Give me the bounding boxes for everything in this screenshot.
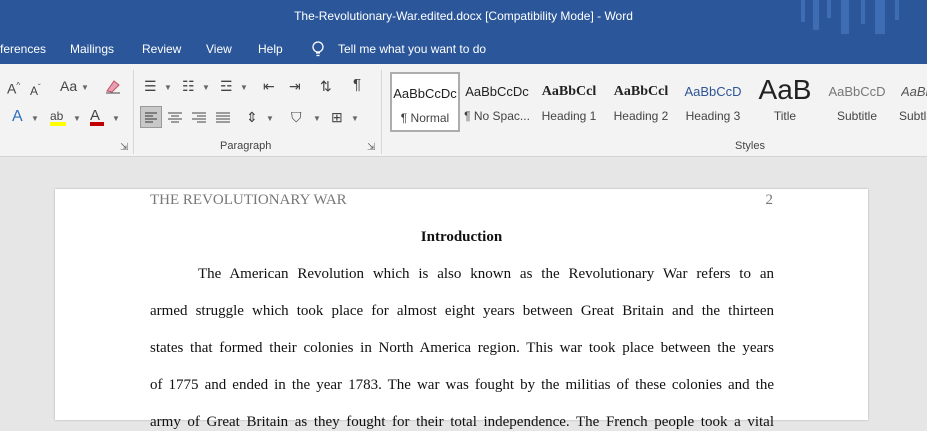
paragraph-line: The American Revolution which is also kn… [198, 266, 774, 282]
style-preview: AaBbCcl [541, 84, 597, 99]
multilevel-list-icon[interactable]: ☲ [220, 78, 233, 94]
group-separator [133, 70, 134, 154]
styles-group-label: Styles [735, 140, 765, 152]
paragraph-line: army of Great Britain as they fought for… [150, 414, 774, 430]
shading-icon[interactable]: ⛉ [291, 109, 302, 125]
tab-help[interactable]: Help [258, 42, 283, 56]
chevron-down-icon[interactable]: ▼ [351, 114, 359, 123]
change-case-icon[interactable]: Aa [60, 78, 77, 94]
paragraph-line: armed struggle which took place for almo… [150, 303, 774, 319]
style-preview: AaBbCcl [613, 84, 669, 99]
shrink-font-icon[interactable]: Aˇ [30, 80, 41, 99]
style-title[interactable]: AaB Title [750, 72, 820, 132]
style-label: Heading 2 [613, 109, 669, 123]
borders-icon[interactable]: ⊞ [331, 109, 343, 125]
align-center-icon[interactable] [165, 107, 185, 127]
style-heading-3[interactable]: AaBbCcD Heading 3 [678, 72, 748, 132]
show-formatting-marks-icon[interactable]: ¶ [353, 77, 361, 93]
sort-icon[interactable]: ⇅ [320, 78, 332, 94]
clear-formatting-icon[interactable] [104, 78, 122, 94]
style-label: Subtl [899, 109, 927, 123]
line-spacing-icon[interactable]: ⇕ [246, 109, 258, 125]
decrease-indent-icon[interactable]: ⇤ [263, 78, 275, 94]
style-label: ¶ Normal [400, 111, 450, 125]
highlight-color-icon[interactable]: ab [50, 108, 66, 126]
style-no-spacing[interactable]: AaBbCcDc ¶ No Spac... [462, 72, 532, 132]
increase-indent-icon[interactable]: ⇥ [289, 78, 301, 94]
running-header: THE REVOLUTIONARY WAR [150, 192, 347, 208]
page-number: 2 [765, 192, 774, 208]
align-left-button[interactable] [140, 106, 162, 128]
tab-view[interactable]: View [206, 42, 232, 56]
lightbulb-icon [312, 41, 324, 57]
document-page[interactable]: THE REVOLUTIONARY WAR 2 Introduction The… [55, 189, 868, 430]
window-title: The-Revolutionary-War.edited.docx [Compa… [294, 9, 633, 23]
style-preview: AaBbCcD [684, 84, 742, 99]
chevron-down-icon[interactable]: ▼ [112, 114, 120, 123]
text-effects-icon[interactable]: A [12, 109, 23, 125]
section-heading: Introduction [420, 229, 503, 245]
title-bar: The-Revolutionary-War.edited.docx [Compa… [0, 0, 927, 34]
ribbon-tabs: ferences Mailings Review View Help Tell … [0, 34, 927, 64]
bullets-icon[interactable]: ☰ [144, 78, 157, 94]
style-label: Heading 1 [541, 109, 597, 123]
group-separator [381, 70, 382, 154]
style-preview: AaBbCcD [828, 84, 886, 99]
style-label: Heading 3 [685, 109, 741, 123]
style-preview: AaB [758, 74, 812, 105]
style-heading-2[interactable]: AaBbCcl Heading 2 [606, 72, 676, 132]
justify-icon[interactable] [213, 107, 233, 127]
chevron-down-icon[interactable]: ▼ [73, 114, 81, 123]
style-normal[interactable]: AaBbCcDc ¶ Normal [390, 72, 460, 132]
style-label: Title [773, 109, 797, 123]
style-preview: AaBbCcDc [393, 86, 457, 101]
align-left-icon [145, 112, 157, 123]
style-label: Subtitle [836, 109, 878, 123]
title-bar-decoration [801, 0, 921, 34]
tab-review[interactable]: Review [142, 42, 181, 56]
style-subtle-emphasis[interactable]: AaBbC Subtl [893, 72, 927, 132]
numbering-icon[interactable]: ☷ [182, 78, 195, 94]
chevron-down-icon[interactable]: ▼ [266, 114, 274, 123]
paragraph-dialog-launcher-icon[interactable]: ⇲ [367, 142, 375, 153]
chevron-down-icon[interactable]: ▼ [240, 83, 248, 92]
font-color-icon[interactable]: A [90, 108, 104, 126]
chevron-down-icon[interactable]: ▼ [202, 83, 210, 92]
paragraph-line: of 1775 and ended in the year 1783. The … [150, 377, 774, 393]
paragraph-group-label: Paragraph [220, 140, 272, 152]
chevron-down-icon[interactable]: ▼ [164, 83, 172, 92]
style-preview: AaBbCcDc [465, 84, 529, 99]
style-heading-1[interactable]: AaBbCcl Heading 1 [534, 72, 604, 132]
style-subtitle[interactable]: AaBbCcD Subtitle [822, 72, 892, 132]
style-preview: AaBbC [901, 84, 927, 99]
font-dialog-launcher-icon[interactable]: ⇲ [120, 142, 128, 153]
chevron-down-icon[interactable]: ▼ [313, 114, 321, 123]
tab-mailings[interactable]: Mailings [70, 42, 114, 56]
tab-references[interactable]: ferences [0, 42, 46, 56]
ribbon: A^ Aˇ Aa ▼ A ▼ ab ▼ A ▼ ⇲ ☰ ▼ ☷ ▼ ☲ ▼ ⇤ … [0, 64, 927, 157]
tell-me-search[interactable]: Tell me what you want to do [338, 42, 486, 56]
chevron-down-icon[interactable]: ▼ [81, 83, 89, 92]
chevron-down-icon[interactable]: ▼ [31, 114, 39, 123]
style-label: ¶ No Spac... [464, 109, 530, 123]
align-right-icon[interactable] [189, 107, 209, 127]
grow-font-icon[interactable]: A^ [7, 78, 20, 97]
paragraph-line: states that formed their colonies in Nor… [150, 340, 774, 356]
